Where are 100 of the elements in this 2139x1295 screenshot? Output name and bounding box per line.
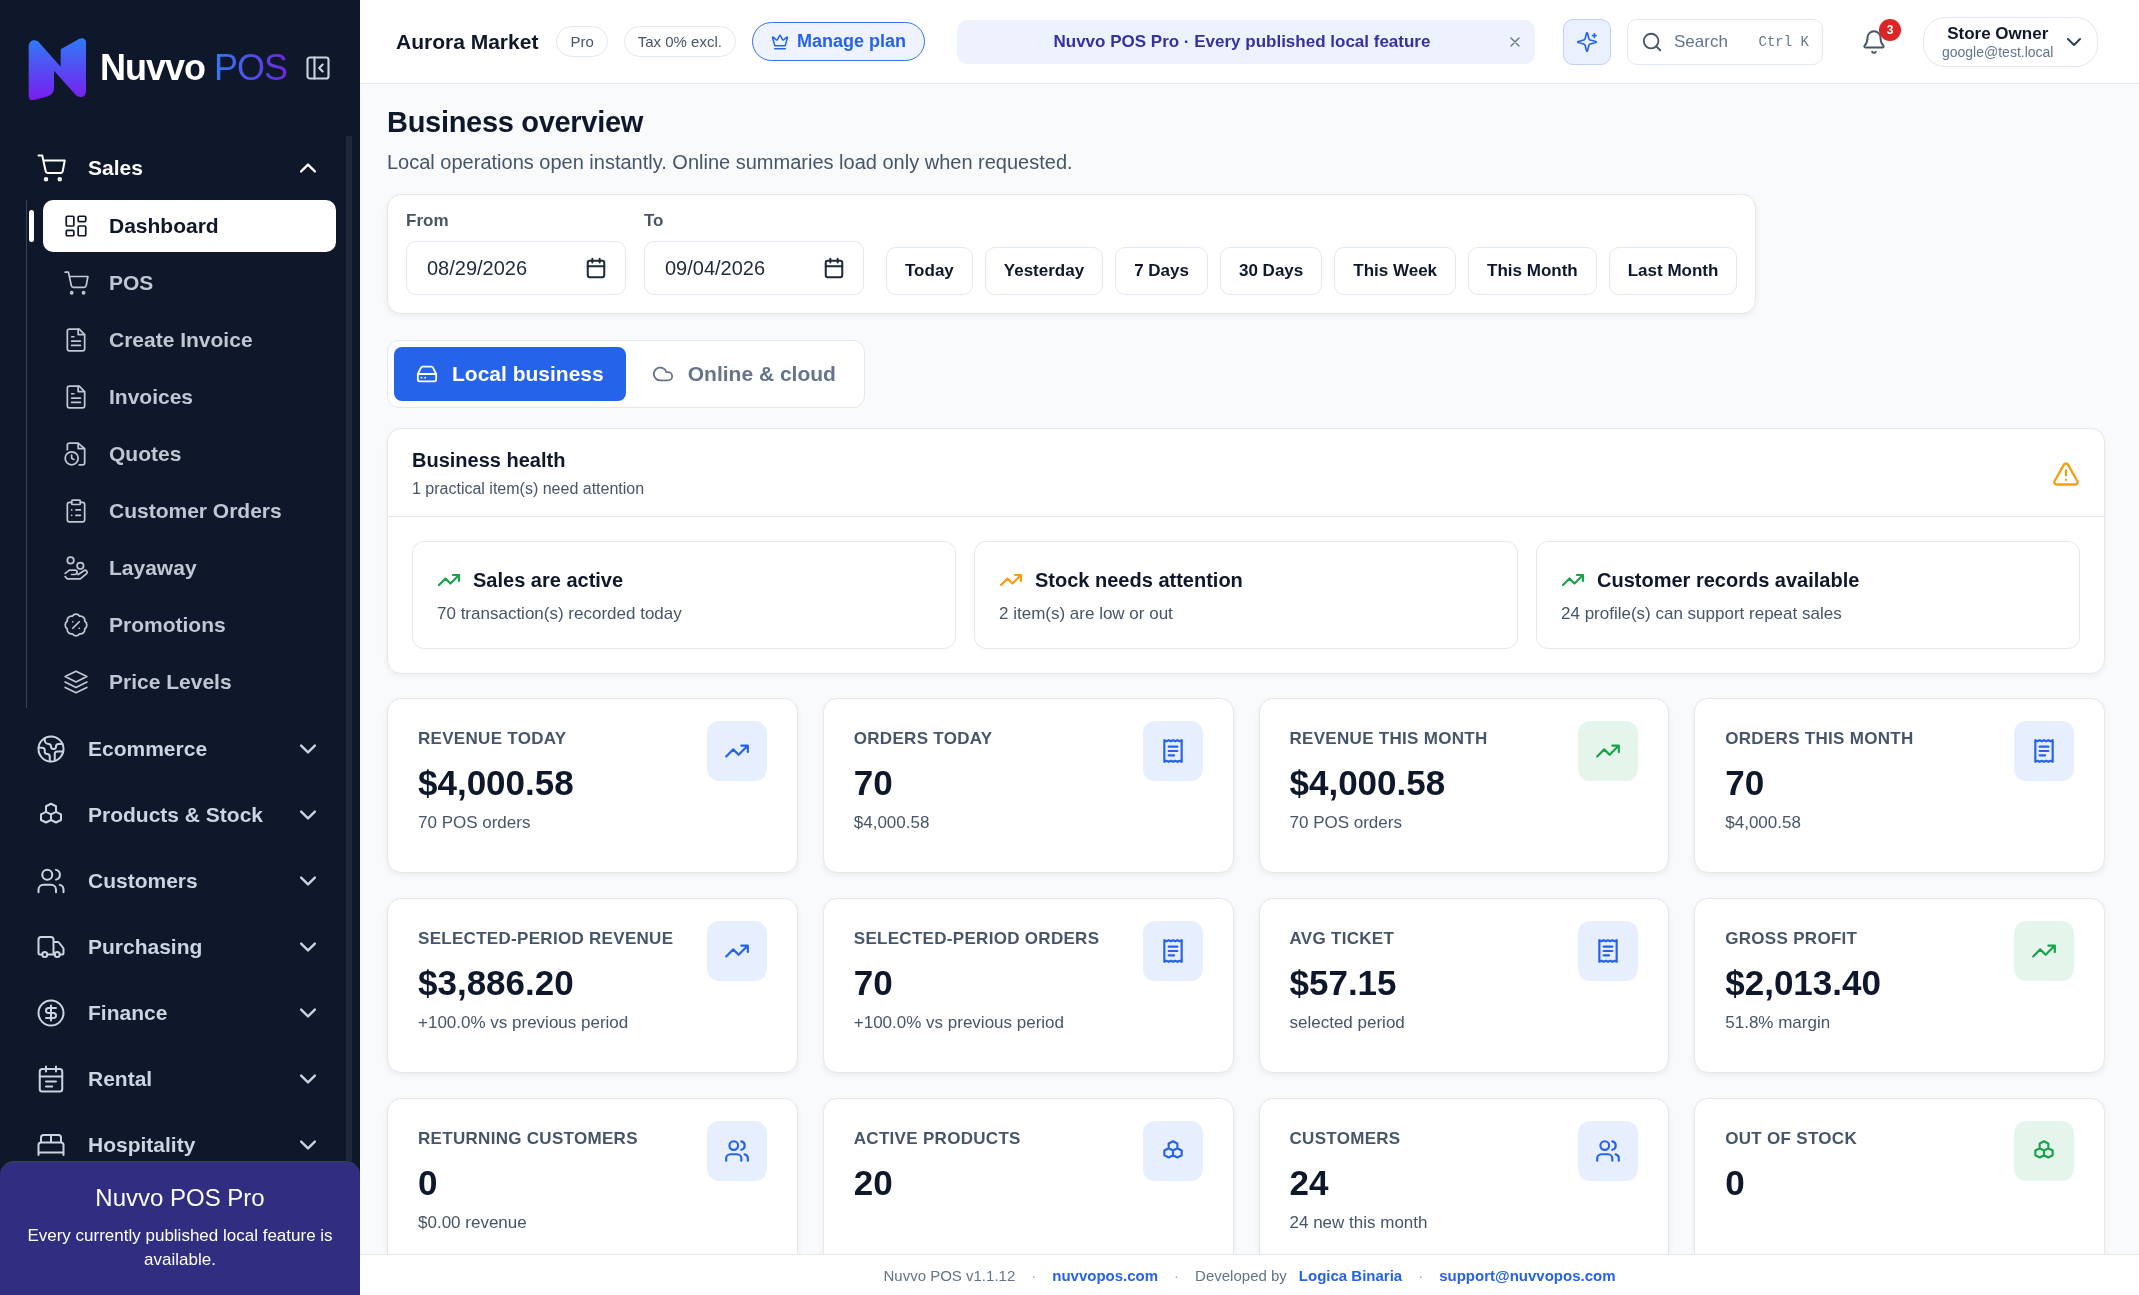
collapse-sidebar-button[interactable] — [304, 54, 332, 82]
stat-note: +100.0% vs previous period — [853, 1013, 1066, 1033]
user-menu[interactable]: Store Owner google@test.local — [1922, 16, 2099, 67]
percent-badge-icon — [63, 612, 89, 638]
bell-icon — [1860, 28, 1887, 55]
stat-note: selected period — [1289, 1013, 1405, 1033]
nav-item[interactable]: Quotes — [43, 428, 336, 480]
stat-note: $4,000.58 — [1725, 813, 1802, 833]
chevron-up-icon — [300, 163, 316, 173]
stat-value: 24 — [1289, 1163, 1330, 1203]
stat-value: $4,000.58 — [1289, 763, 1447, 803]
field-label: From — [406, 211, 450, 231]
support-email-link[interactable]: support@nuvvopos.com — [1439, 1266, 1616, 1284]
grid-icon — [63, 213, 89, 239]
nav-section[interactable]: Rental — [18, 1046, 336, 1112]
chevron-down-icon — [300, 942, 316, 952]
stat-value: 70 — [853, 763, 894, 803]
preset-button[interactable]: 30 Days — [1220, 247, 1323, 295]
stat-note: 24 new this month — [1289, 1213, 1428, 1233]
preset-button[interactable]: This Month — [1468, 247, 1597, 295]
nav-item[interactable]: POS — [43, 257, 336, 309]
sparkles-icon — [1575, 30, 1598, 53]
nav-item[interactable]: Price Levels — [43, 656, 336, 708]
drive-icon — [416, 363, 438, 385]
chevron-down-icon — [300, 1140, 316, 1150]
chevron-down-icon — [2067, 37, 2082, 46]
stat-label: CUSTOMERS — [1289, 1129, 1402, 1149]
view-tab[interactable]: Local business — [394, 347, 626, 401]
notification-count: 3 — [1878, 18, 1901, 41]
calendar-icon — [585, 257, 607, 279]
preset-button[interactable]: This Week — [1334, 247, 1457, 295]
cart-icon — [36, 153, 66, 183]
panel-collapse-icon — [304, 54, 332, 82]
section-subtitle: 1 practical item(s) need attention — [412, 480, 645, 498]
chevron-down-icon — [300, 744, 316, 754]
assistant-button[interactable] — [1562, 18, 1611, 65]
preset-button[interactable]: 7 Days — [1115, 247, 1208, 295]
document-icon — [63, 327, 89, 353]
selection-indicator — [29, 210, 34, 242]
hand-coins-icon — [63, 555, 89, 581]
stat-note: +100.0% vs previous period — [418, 1013, 630, 1033]
users-icon — [36, 866, 66, 896]
cart-icon — [63, 270, 89, 296]
website-link[interactable]: nuvvopos.com — [1052, 1266, 1159, 1284]
manage-plan-button[interactable]: Manage plan — [751, 22, 925, 61]
nav-item[interactable]: Promotions — [43, 599, 336, 651]
document-clock-icon — [63, 441, 89, 467]
dollar-icon — [36, 998, 66, 1028]
chevron-down-icon — [300, 1074, 316, 1084]
stat-label: SELECTED-PERIOD REVENUE — [418, 929, 674, 949]
stat-label: REVENUE THIS MONTH — [1289, 729, 1488, 749]
nav-item[interactable]: Dashboard — [43, 200, 336, 252]
nav-section[interactable]: Hospitality — [18, 1112, 336, 1161]
stat-label: AVG TICKET — [1289, 929, 1396, 949]
developer-label: Developed by — [1195, 1266, 1287, 1284]
chevron-down-icon — [300, 876, 316, 886]
version-text: Nuvvo POS v1.1.12 — [883, 1266, 1016, 1284]
stat-label: REVENUE TODAY — [418, 729, 568, 749]
banner-text: Nuvvo POS Pro · Every published local feature — [1052, 31, 1432, 52]
shortcut-hint: Ctrl K — [1758, 33, 1809, 50]
notifications-button[interactable] — [1860, 28, 1887, 55]
stat-label: ORDERS TODAY — [853, 729, 993, 749]
nav-item[interactable]: Create Invoice — [43, 314, 336, 366]
preset-button[interactable]: Yesterday — [984, 247, 1104, 295]
stat-label: ORDERS THIS MONTH — [1725, 729, 1914, 749]
view-tab[interactable]: Online & cloud — [629, 347, 858, 401]
nav-item[interactable]: Layaway — [43, 542, 336, 594]
stat-note: 51.8% margin — [1725, 1013, 1832, 1033]
nav-item[interactable]: Invoices — [43, 371, 336, 423]
date-field[interactable]: 09/04/2026 — [644, 241, 864, 295]
chevron-down-icon — [300, 810, 316, 820]
health-item-text: 70 transaction(s) recorded today — [437, 604, 683, 624]
stat-note: 70 POS orders — [418, 813, 532, 833]
separator: · — [1031, 1266, 1037, 1284]
date-field[interactable]: 08/29/2026 — [406, 241, 626, 295]
nav-section[interactable]: Products & Stock — [18, 782, 336, 848]
stat-value: 0 — [1725, 1163, 1746, 1203]
stat-value: 70 — [853, 963, 894, 1003]
stat-note: 70 POS orders — [1289, 813, 1403, 833]
nav-item[interactable]: Customer Orders — [43, 485, 336, 537]
health-item-title: Stock needs attention — [1035, 568, 1243, 592]
layers-icon — [63, 669, 89, 695]
chevron-down-icon — [300, 1008, 316, 1018]
nav-section[interactable]: Customers — [18, 848, 336, 914]
stat-value: 70 — [1725, 763, 1766, 803]
document-icon — [63, 384, 89, 410]
preset-button[interactable]: Last Month — [1608, 247, 1738, 295]
stat-label: RETURNING CUSTOMERS — [418, 1129, 638, 1149]
stat-value: $4,000.58 — [418, 763, 574, 803]
health-item-text: 2 item(s) are low or out — [999, 604, 1174, 624]
nav-section[interactable]: Finance — [18, 980, 336, 1046]
nav-section[interactable]: Sales — [18, 136, 336, 200]
nav-section[interactable]: Purchasing — [18, 914, 336, 980]
nav-section[interactable]: Ecommerce — [18, 716, 336, 782]
stat-value: $2,013.40 — [1725, 963, 1881, 1003]
stat-value: $3,886.20 — [418, 963, 575, 1003]
promo-text: Every currently published local feature is available. — [26, 1225, 334, 1271]
developer-link[interactable]: Logica Binaria — [1298, 1266, 1403, 1284]
preset-button[interactable]: Today — [886, 247, 973, 295]
page-title: Business overview — [387, 106, 645, 139]
